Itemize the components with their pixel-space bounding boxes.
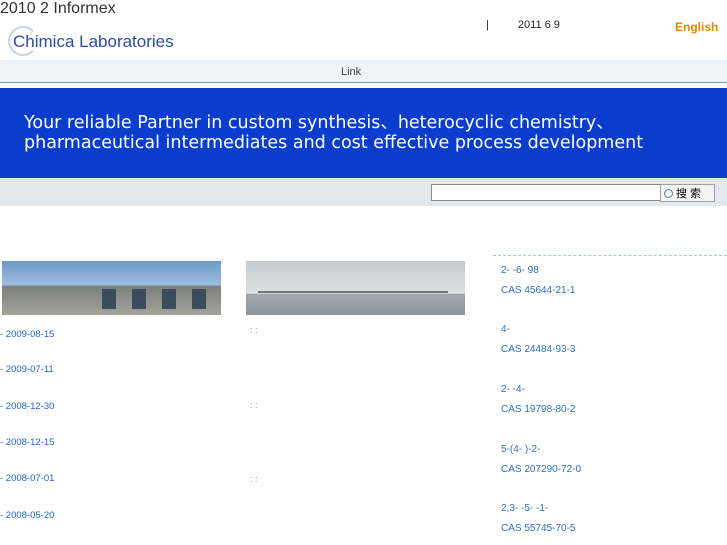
product-cas[interactable]: CAS 19798-80-2 xyxy=(501,404,576,415)
nav-bar: Link xyxy=(0,60,727,83)
product-cas[interactable]: CAS 24484-93-3 xyxy=(501,344,576,355)
photo-lab-bench xyxy=(258,271,448,293)
site-logo[interactable]: Chimica Laboratories xyxy=(6,22,196,58)
header-separator: | xyxy=(486,19,489,31)
product-name[interactable]: 5-(4- )-2- xyxy=(501,444,540,455)
hero-banner: Your reliable Partner in custom synthesi… xyxy=(0,88,727,178)
news-item[interactable]: - 2008-12-15 xyxy=(0,437,54,448)
section-divider xyxy=(493,255,727,256)
header-date: 2011 6 9 xyxy=(517,19,560,31)
search-button[interactable]: 搜 索 xyxy=(660,184,715,202)
product-name[interactable]: 2,3- -5- -1- xyxy=(501,503,548,514)
product-name[interactable]: 2- -6- 98 xyxy=(501,265,539,276)
product-name[interactable]: 4- xyxy=(501,324,510,335)
middle-marker: : : xyxy=(250,325,258,335)
nav-link[interactable]: Link xyxy=(341,66,361,78)
photo-window xyxy=(192,289,206,309)
photo-window xyxy=(102,289,116,309)
product-cas[interactable]: CAS 45644-21-1 xyxy=(501,285,576,296)
building-photo[interactable] xyxy=(2,261,221,315)
search-button-label: 搜 索 xyxy=(676,188,702,200)
banner-line-1: Your reliable Partner in custom synthesi… xyxy=(24,113,614,133)
logo-text: Chimica Laboratories xyxy=(13,32,174,51)
banner-line-2: pharmaceutical intermediates and cost ef… xyxy=(24,133,644,153)
news-item[interactable]: - 2008-12-30 xyxy=(0,401,54,412)
search-icon xyxy=(664,189,673,198)
laboratory-photo[interactable] xyxy=(246,261,465,315)
middle-marker: : : xyxy=(250,474,258,484)
middle-marker: : : xyxy=(250,400,258,410)
photo-window xyxy=(132,289,146,309)
language-english-link[interactable]: English xyxy=(675,20,718,34)
header-info: | 2011 6 9 xyxy=(486,19,560,31)
news-item[interactable]: - 2008-07-01 xyxy=(0,473,54,484)
news-item[interactable]: - 2009-08-15 xyxy=(0,329,54,340)
news-item[interactable]: - 2009-07-11 xyxy=(0,364,54,375)
product-cas[interactable]: CAS 55745-70-5 xyxy=(501,523,576,534)
news-item[interactable]: - 2008-05-20 xyxy=(0,510,54,521)
photo-window xyxy=(162,289,176,309)
product-name[interactable]: 2- -4- xyxy=(501,384,525,395)
news-item-subtext: 2010 2 Informex xyxy=(0,0,116,17)
product-cas[interactable]: CAS 207290-72-0 xyxy=(501,464,581,475)
search-bar: 搜 索 xyxy=(0,178,727,206)
search-input[interactable] xyxy=(431,184,663,201)
